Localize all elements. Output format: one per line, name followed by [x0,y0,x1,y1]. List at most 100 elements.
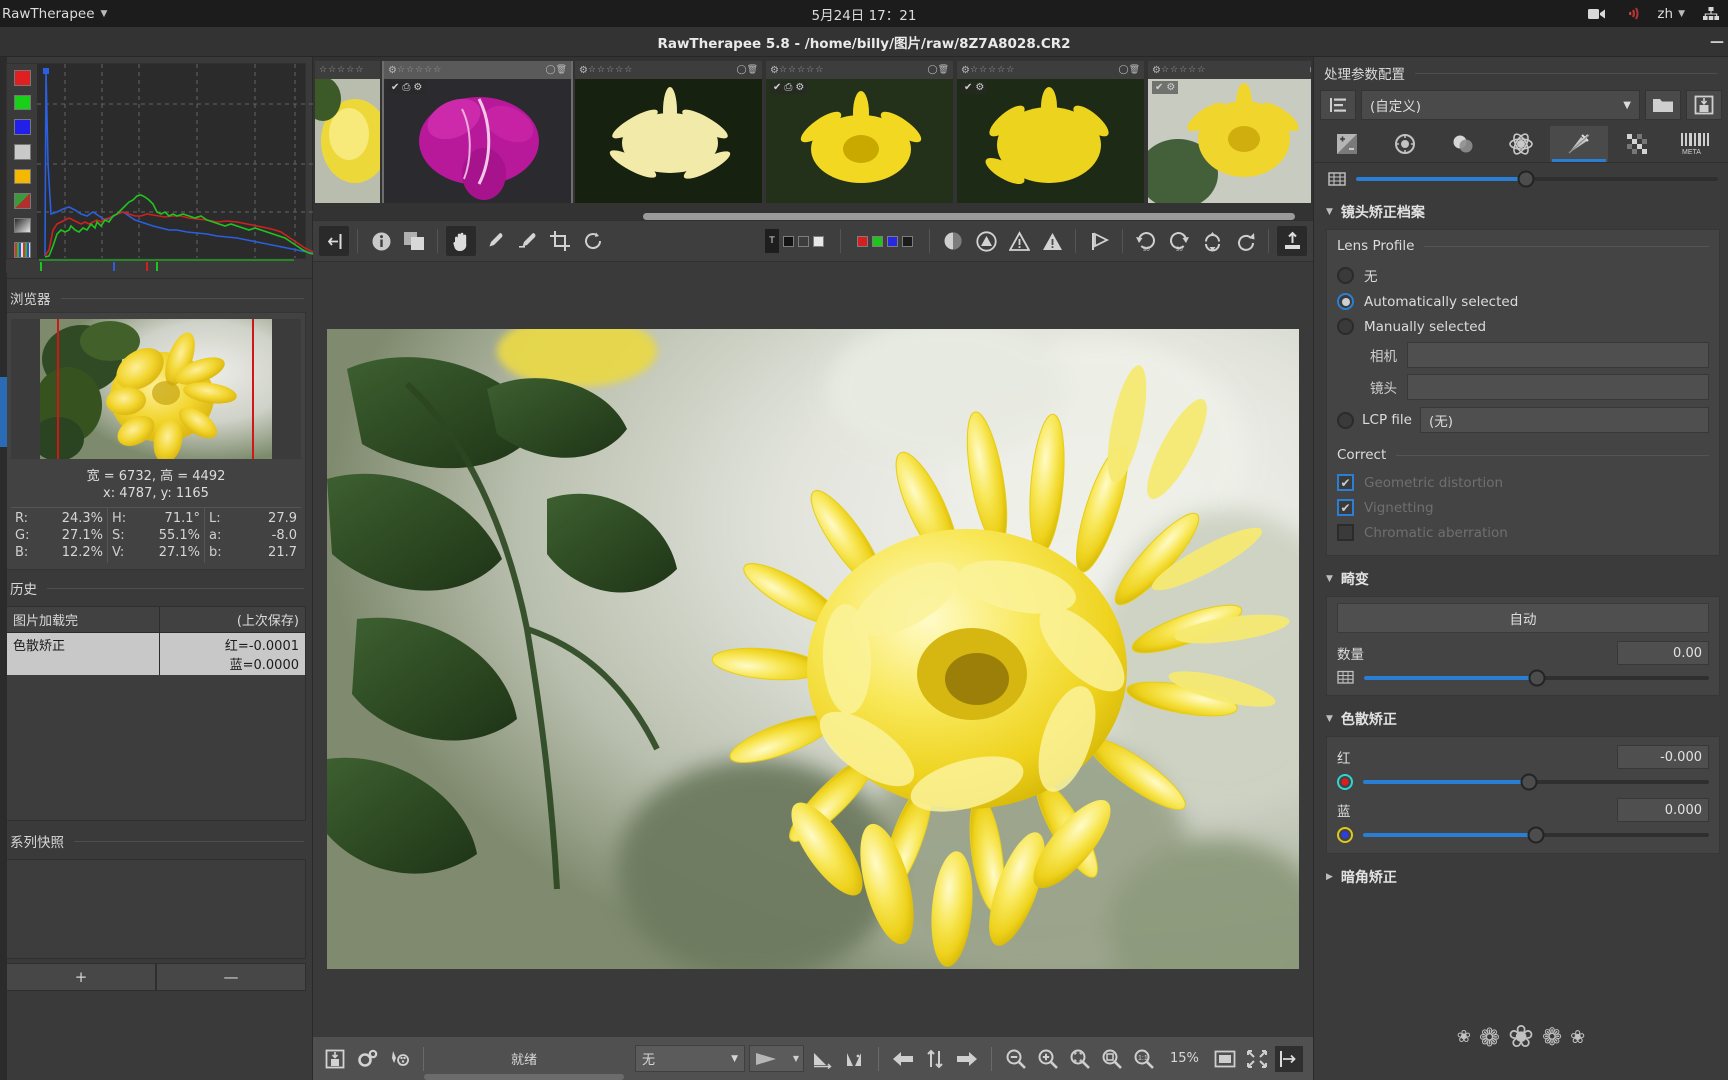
gear-icon[interactable]: ⚙ [413,82,422,93]
gear-icon[interactable]: ⚙ [1166,82,1175,93]
folder-icon[interactable] [1645,90,1681,120]
radio-none[interactable]: 无 [1337,261,1709,289]
auto-distortion-button[interactable]: 自动 [1337,603,1709,633]
clip-neutral[interactable] [902,235,913,247]
tool-panel-scroll[interactable]: ▼ 镜头矫正档案 Lens Profile 无 Automatically se… [1314,163,1728,994]
profile-list-icon[interactable] [1320,90,1356,120]
lcp-file-row[interactable]: LCP file (无) [1337,403,1709,437]
list-item[interactable]: ⚙ ☆☆☆☆☆ ◯ 🗑 [382,61,573,203]
checkbox-vignetting[interactable]: ✔ Vignetting [1337,495,1709,520]
histogram-chroma-button[interactable] [13,168,31,185]
tab-exposure[interactable] [1318,126,1376,162]
color-label-icon[interactable]: ◯ [1118,65,1128,75]
gear-icon[interactable]: ⚙ [770,65,779,76]
checkbox-geometric-distortion[interactable]: ✔ Geometric distortion [1337,470,1709,495]
flip-horizontal-icon[interactable] [1230,226,1260,256]
zoom-in-icon[interactable] [1034,1046,1062,1072]
gear-icon[interactable]: ⚙ [975,82,984,93]
color-label-icon[interactable]: ◯ [545,65,555,75]
slider-track[interactable] [1363,826,1709,844]
slider-track[interactable] [1364,669,1709,686]
panel-drag-handle[interactable] [0,377,7,447]
neutral-icon[interactable] [938,226,968,256]
radio-auto-selected[interactable]: Automatically selected [1337,289,1709,314]
lcp-file-field[interactable]: (无) [1419,407,1709,433]
list-item[interactable]: ⚙ ☆☆☆☆☆ ◯ 🗑 [957,61,1144,203]
clip-green[interactable] [872,235,883,247]
adjuster-value[interactable]: 0.000 [1617,798,1709,822]
white-balance-picker-icon[interactable] [479,226,509,256]
warn-triangle-icon[interactable] [1004,226,1034,256]
wifi-icon[interactable] [1622,6,1640,22]
color-label-icon[interactable]: ◯ [927,65,937,75]
checkbox[interactable]: ✔ [1337,499,1354,516]
add-snapshot-button[interactable]: + [6,963,156,991]
group-header-lens-profile[interactable]: ▼ 镜头矫正档案 [1314,195,1728,229]
slider-knob[interactable] [1528,669,1545,686]
check-icon[interactable]: ✔ [1155,82,1163,93]
tab-metadata[interactable]: META [1666,126,1724,162]
next-image-icon[interactable] [953,1046,981,1072]
list-item[interactable]: ⚙ ☆☆☆☆☆ ◯ 🗑 [575,61,762,203]
minimize-button[interactable]: — [1710,34,1724,50]
sort-icon[interactable] [921,1046,949,1072]
histogram-gradient-button[interactable] [13,217,31,234]
fit-screen-icon[interactable] [1243,1046,1271,1072]
navigator-thumbnail[interactable] [11,319,301,459]
scrollbar-thumb[interactable] [643,213,1295,220]
info-icon[interactable] [366,226,396,256]
tab-raw[interactable] [1608,126,1666,162]
zoom-out-icon[interactable] [1002,1046,1030,1072]
slider-track[interactable] [1356,170,1718,188]
histogram-barmode-button[interactable] [13,242,31,258]
app-menu-button[interactable]: RawTherapee ▼ [2,6,107,22]
clip-blue[interactable] [887,235,898,247]
slider-knob[interactable] [1520,773,1538,791]
rating-stars[interactable]: ☆☆☆☆☆ [319,65,364,75]
clip-level-1[interactable] [783,235,794,247]
gear-icon[interactable]: ⚙ [795,82,804,93]
clip-red[interactable] [857,235,868,247]
lock-picker-icon[interactable] [512,226,542,256]
rating-stars[interactable]: ☆☆☆☆☆ [970,65,1015,75]
histogram-blue-button[interactable] [13,119,31,135]
history-table[interactable]: 图片加载完 (上次保存) 色散矫正 红=-0.0001 蓝=0.0000 [6,606,306,821]
radio-button[interactable] [1337,318,1354,335]
color-label-icon[interactable]: ◯ [1309,65,1311,75]
trash-icon[interactable]: 🗑 [938,65,949,75]
hand-tool-icon[interactable] [446,226,476,256]
export-icon[interactable] [1277,226,1307,256]
flag-icon[interactable] [1084,226,1114,256]
gradient-select[interactable]: ▼ [749,1045,804,1072]
tab-advanced[interactable] [1492,126,1550,162]
group-header-distortion[interactable]: ▼ 畸变 [1314,562,1728,596]
trash-icon[interactable]: 🗑 [556,65,567,75]
gear-icon[interactable]: ⚙ [961,65,970,76]
radio-manual-selected[interactable]: Manually selected [1337,314,1709,339]
remove-snapshot-button[interactable]: — [156,963,306,991]
check-icon[interactable]: ✔ [391,82,399,93]
gear-icon[interactable]: ⚙ [579,65,588,76]
checkbox[interactable] [1337,524,1354,541]
before-after-icon[interactable] [399,226,429,256]
video-camera-icon[interactable] [1587,6,1605,22]
profile-select[interactable]: (自定义) ▼ [1361,90,1640,120]
zoom-fit-icon[interactable] [1066,1046,1094,1072]
filmstrip[interactable]: ☆☆☆☆☆ ⚙ ☆☆☆☆☆ ◯ 🗑 ✔ ⎙ ⚙ ⚙ ☆☆☆☆☆ ◯ 🗑 ⚙ ☆☆… [313,57,1313,220]
rotate-left-90-icon[interactable]: 90 [1131,226,1161,256]
lens-field[interactable] [1407,374,1709,400]
compare-icon[interactable] [840,1046,868,1072]
rating-stars[interactable]: ☆☆☆☆☆ [1161,65,1206,75]
slider-knob[interactable] [1517,170,1535,188]
before-after-icon[interactable] [808,1046,836,1072]
palette-icon[interactable] [385,1046,413,1072]
check-icon[interactable]: ✔ [964,82,972,93]
flip-vertical-icon[interactable] [1197,226,1227,256]
filmstrip-scrollbar[interactable] [313,211,1313,220]
list-item[interactable]: ⚙ ☆☆☆☆☆ ◯ 🗑 [766,61,953,203]
histogram-red-button[interactable] [13,70,31,86]
preview-image[interactable] [327,329,1299,969]
panel-toggle-icon[interactable] [319,226,349,256]
rating-stars[interactable]: ☆☆☆☆☆ [779,65,824,75]
panel-toggle-icon[interactable] [1274,1045,1303,1072]
